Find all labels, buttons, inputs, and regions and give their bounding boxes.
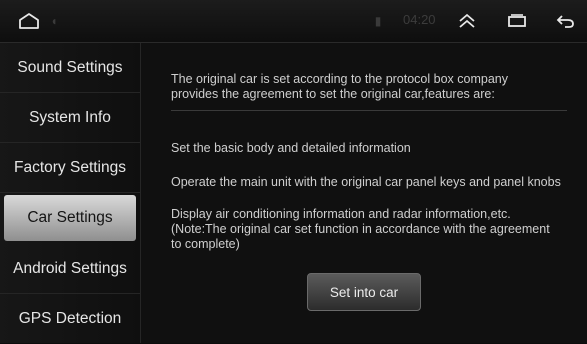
settings-sidebar: Sound Settings System Info Factory Setti… [0,43,141,343]
status-indicator-icon: ◖ [50,14,58,28]
home-outline-icon[interactable] [14,0,44,42]
set-into-car-button[interactable]: Set into car [307,273,421,311]
feature-text-3-line3: to complete) [171,237,240,251]
feature-text-3-line2: (Note:The original car set function in a… [171,222,550,236]
sidebar-item-android-settings[interactable]: Android Settings [0,244,140,294]
sidebar-item-factory-settings[interactable]: Factory Settings [0,143,140,193]
feature-text-1: Set the basic body and detailed informat… [171,141,411,155]
feature-text-2: Operate the main unit with the original … [171,175,561,189]
car-settings-panel: The original car is set according to the… [141,43,587,343]
sidebar-item-car-settings[interactable]: Car Settings [4,195,136,241]
sidebar-item-system-info[interactable]: System Info [0,93,140,143]
status-time: 04:20 [403,12,436,27]
divider [171,110,567,111]
sidebar-item-sound-settings[interactable]: Sound Settings [0,43,140,93]
signal-icon: ▮ [374,14,382,28]
recent-apps-icon[interactable] [502,0,532,42]
double-chevron-up-icon[interactable] [452,0,482,42]
back-arrow-icon[interactable] [550,0,580,42]
intro-text-line1: The original car is set according to the… [171,72,508,86]
intro-text-line2: provides the agreement to set the origin… [171,87,495,101]
sidebar-item-gps-detection[interactable]: GPS Detection [0,294,140,344]
feature-text-3-line1: Display air conditioning information and… [171,207,511,221]
status-bar: ◖ ▮ 04:20 [0,0,587,43]
